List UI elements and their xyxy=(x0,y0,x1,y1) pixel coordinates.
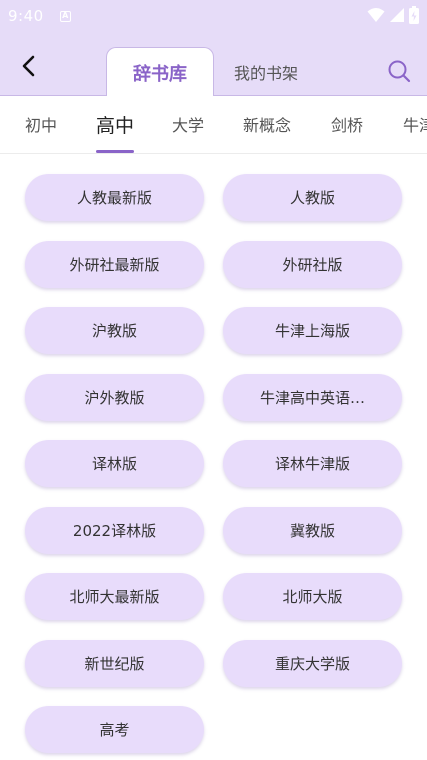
status-time: 9:40 xyxy=(8,7,44,25)
status-icons xyxy=(367,6,419,28)
signal-icon xyxy=(389,7,405,27)
textbook-button[interactable]: 沪外教版 xyxy=(25,373,204,421)
textbook-button[interactable]: 新世纪版 xyxy=(25,639,204,687)
category-tabs: 初中 高中 大学 新概念 剑桥 牛津 xyxy=(0,96,427,154)
tab-dictionary-library-label: 辞书库 xyxy=(133,63,187,85)
wifi-icon xyxy=(367,7,385,27)
textbook-button[interactable]: 北师大最新版 xyxy=(25,573,204,620)
textbook-button[interactable]: 高考 xyxy=(25,706,204,753)
search-icon xyxy=(387,59,411,87)
search-button[interactable] xyxy=(386,60,412,86)
textbook-button[interactable]: 外研社最新版 xyxy=(25,240,204,288)
textbook-grid: 人教最新版 人教版 外研社最新版 外研社版 沪教版 牛津上海版 沪外教版 牛津高中英语… 译林版… xyxy=(25,174,402,753)
category-tab-university[interactable]: 大学 xyxy=(172,96,204,152)
tab-my-bookshelf[interactable]: 我的书架 xyxy=(216,47,316,97)
textbook-button[interactable]: 人教版 xyxy=(223,174,402,221)
app-header: 辞书库 我的书架 xyxy=(0,32,427,97)
status-bar: 9:40 A xyxy=(0,0,427,32)
textbook-button[interactable]: 沪教版 xyxy=(25,307,204,354)
category-label: 新概念 xyxy=(243,116,292,135)
textbook-button[interactable]: 牛津上海版 xyxy=(223,307,402,354)
textbook-button[interactable]: 重庆大学版 xyxy=(223,639,402,687)
category-tab-new-concept[interactable]: 新概念 xyxy=(243,96,291,152)
active-tab-indicator xyxy=(96,150,134,153)
category-tab-senior-high[interactable]: 高中 xyxy=(96,96,134,152)
textbook-button[interactable]: 冀教版 xyxy=(223,506,402,554)
category-label: 大学 xyxy=(172,116,205,135)
textbook-button[interactable]: 人教最新版 xyxy=(25,174,204,221)
textbook-button[interactable]: 译林牛津版 xyxy=(223,440,402,487)
textbook-button[interactable]: 牛津高中英语… xyxy=(223,373,402,421)
notification-icon: A xyxy=(59,10,71,22)
category-label: 牛津 xyxy=(403,116,427,135)
category-tab-oxford[interactable]: 牛津 xyxy=(403,96,427,152)
back-button[interactable] xyxy=(16,55,40,81)
category-label: 剑桥 xyxy=(331,116,364,135)
category-tab-cambridge[interactable]: 剑桥 xyxy=(331,96,363,152)
category-tab-junior-high[interactable]: 初中 xyxy=(25,96,57,152)
chevron-left-icon xyxy=(21,55,35,81)
tab-dictionary-library[interactable]: 辞书库 xyxy=(106,47,214,97)
tab-my-bookshelf-label: 我的书架 xyxy=(233,64,298,83)
textbook-button[interactable]: 北师大版 xyxy=(223,573,402,620)
battery-icon xyxy=(409,6,419,28)
textbook-button[interactable]: 外研社版 xyxy=(223,240,402,288)
textbook-button[interactable]: 2022译林版 xyxy=(25,506,204,554)
category-label: 初中 xyxy=(25,116,58,135)
category-label: 高中 xyxy=(96,114,135,137)
textbook-button[interactable]: 译林版 xyxy=(25,440,204,487)
screen: 9:40 A 辞书库 我的书架 初中 高中 大学 新概念 剑桥 牛 人教最新版 … xyxy=(0,0,427,760)
